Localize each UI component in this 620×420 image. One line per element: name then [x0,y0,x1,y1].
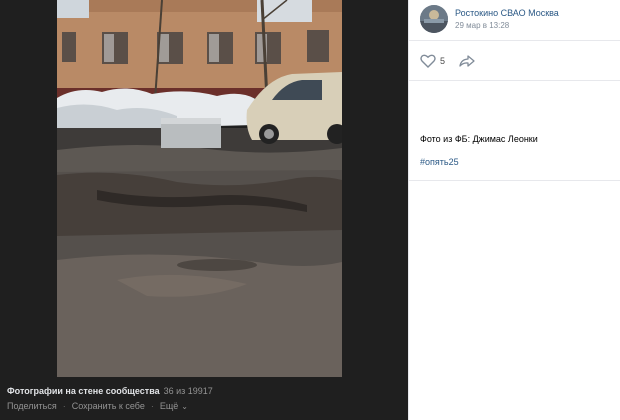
heart-icon [420,54,436,68]
photo-counter: 36 из 19917 [163,386,213,396]
viewer-footer: Фотографии на стене сообщества 36 из 1991… [0,377,408,420]
avatar-image [420,5,448,33]
post-panel: Ростокино СВАО Москва 29 мар в 13:28 5 Ф… [408,0,620,420]
share-photo-button[interactable]: Поделиться [7,401,57,411]
photo-actions: Поделиться · Сохранить к себе · Ещё ⌄ [7,401,188,411]
separator-dot: · [62,401,66,411]
like-button[interactable]: 5 [420,54,445,68]
chevron-down-icon: ⌄ [181,402,188,411]
photo-viewer: Фотографии на стене сообщества 36 из 1991… [0,0,408,420]
reactions: 5 [420,52,475,70]
avatar[interactable] [420,5,448,33]
divider [409,80,620,81]
hashtag-link[interactable]: #опять25 [420,157,459,167]
post-date[interactable]: 29 мар в 13:28 [455,21,509,30]
share-button[interactable] [459,54,475,68]
save-photo-button[interactable]: Сохранить к себе [72,401,145,411]
share-arrow-icon [459,55,475,67]
separator-dot: · [150,401,154,411]
more-label: Ещё [159,401,179,411]
photo-image [57,0,342,377]
photo[interactable] [57,0,342,377]
post-header: Ростокино СВАО Москва 29 мар в 13:28 [409,0,620,41]
divider [409,180,620,181]
post-author[interactable]: Ростокино СВАО Москва [455,8,559,18]
post-caption: Фото из ФБ: Джимас Леонки [420,134,538,144]
more-button[interactable]: Ещё ⌄ [160,401,188,411]
album-title[interactable]: Фотографии на стене сообщества [7,386,160,396]
album-line: Фотографии на стене сообщества 36 из 1991… [7,386,213,396]
like-count: 5 [440,56,446,66]
